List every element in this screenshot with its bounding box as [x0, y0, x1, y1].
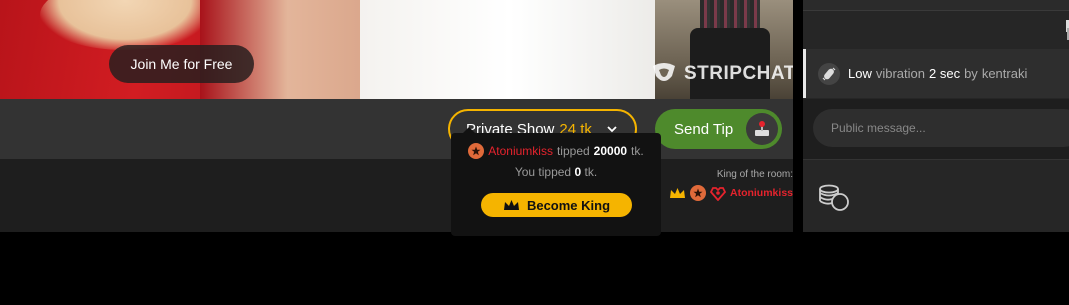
- join-free-label: Join Me for Free: [130, 56, 233, 72]
- chat-panel: Low vibration 2 sec by kentraki: [803, 0, 1069, 232]
- crown-icon: [669, 187, 685, 198]
- coins-icon[interactable]: [818, 182, 850, 212]
- tip-unit: tk.: [631, 144, 644, 158]
- chat-input-row: [803, 99, 1069, 159]
- by-word: by: [964, 66, 978, 81]
- you-tipped-unit: tk.: [584, 165, 598, 179]
- king-popover: Atoniumkiss tipped 20000 tk. You tipped …: [451, 127, 661, 236]
- message-username[interactable]: kentraki: [982, 66, 1028, 81]
- king-row: Atoniumkiss: [653, 185, 793, 201]
- logo-icon: [653, 63, 675, 81]
- public-message-input[interactable]: [813, 109, 1069, 147]
- send-tip-button[interactable]: Send Tip: [655, 109, 782, 149]
- you-tipped-line: You tipped 0 tk.: [451, 165, 661, 179]
- vibration-icon: [818, 62, 840, 85]
- heart-gem-icon: [709, 186, 726, 201]
- king-username[interactable]: Atoniumkiss: [730, 187, 793, 199]
- tip-amount: 20000: [593, 144, 628, 158]
- video-player[interactable]: Join Me for Free STRIPCHAT: [0, 0, 793, 99]
- chat-toolbar: [803, 159, 1069, 232]
- vibration-level: Low: [848, 66, 872, 81]
- star-badge-icon: [468, 143, 485, 159]
- join-free-button[interactable]: Join Me for Free: [109, 45, 254, 83]
- become-king-label: Become King: [526, 197, 611, 213]
- vibration-duration: 2 sec: [929, 66, 961, 81]
- chat-message: Low vibration 2 sec by kentraki: [803, 49, 1069, 98]
- video-scene-part: [700, 0, 760, 30]
- chat-header: [803, 0, 1069, 11]
- stream-page: Join Me for Free STRIPCHAT Private Show …: [0, 0, 1069, 305]
- info-bar: King of the room: Atoniumkiss: [0, 159, 793, 232]
- tipped-word: tipped: [556, 144, 590, 158]
- control-bar: Private Show 24 tk Send Tip: [0, 99, 793, 159]
- vibration-word: vibration: [875, 66, 925, 81]
- logo-text: STRIPCHAT: [684, 63, 793, 84]
- stripchat-logo: STRIPCHAT: [650, 62, 793, 86]
- you-tipped-amount: 0: [574, 165, 582, 179]
- top-tipper-line: Atoniumkiss tipped 20000 tk.: [451, 143, 661, 159]
- video-scene-part: [360, 0, 660, 99]
- star-badge-icon: [689, 185, 706, 201]
- you-tipped-prefix: You tipped: [514, 165, 572, 179]
- popover-arrow: [463, 127, 475, 133]
- joystick-icon: [746, 113, 778, 145]
- tipper-username[interactable]: Atoniumkiss: [488, 144, 553, 158]
- crown-icon: [503, 199, 519, 210]
- king-title: King of the room:: [716, 169, 793, 180]
- send-tip-label: Send Tip: [674, 120, 734, 138]
- king-of-room: King of the room: Atoniumkiss: [653, 169, 793, 201]
- become-king-button[interactable]: Become King: [481, 193, 632, 217]
